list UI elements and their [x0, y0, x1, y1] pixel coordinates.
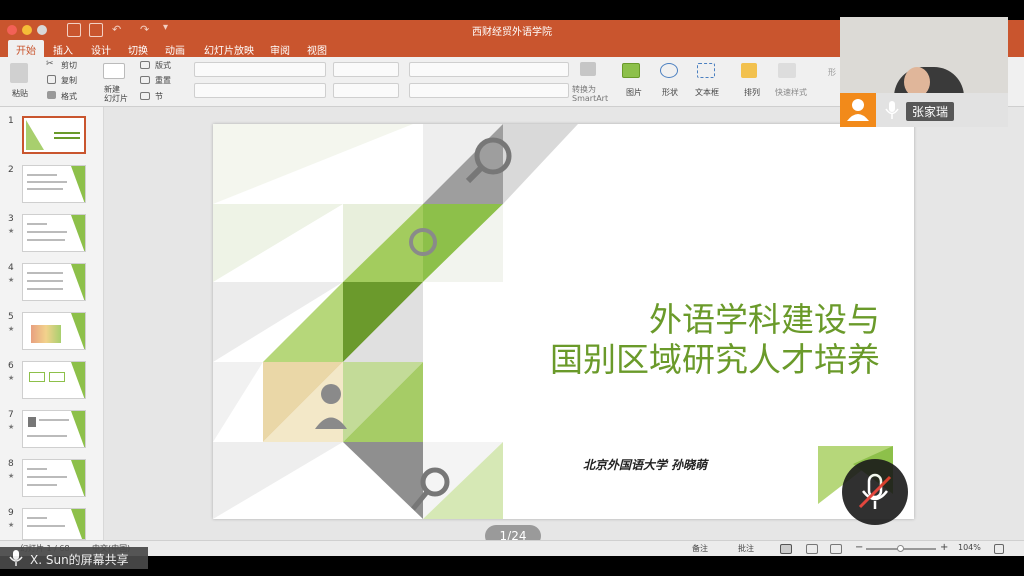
- thumbnail-number: 8: [8, 459, 14, 469]
- tab-review[interactable]: 审阅: [270, 42, 290, 57]
- font-color-buttons[interactable]: [333, 83, 399, 98]
- thumbnail-number: 9: [8, 508, 14, 518]
- participant-name-bar: 张家瑞: [840, 93, 1008, 127]
- layout-icon[interactable]: [140, 61, 150, 69]
- slide-author[interactable]: 北京外国语大学 孙晓萌: [583, 456, 707, 473]
- thumbnail-number: 3: [8, 214, 14, 224]
- tab-animations[interactable]: 动画: [165, 42, 185, 57]
- thumbnail-slide-3[interactable]: [22, 214, 86, 252]
- shape-icon[interactable]: [660, 63, 678, 78]
- picture-button[interactable]: 图片: [626, 87, 642, 98]
- section-icon[interactable]: [140, 92, 150, 100]
- tab-insert[interactable]: 插入: [53, 42, 73, 57]
- shape-button[interactable]: 形状: [662, 87, 678, 98]
- animation-star-icon: ★: [8, 325, 15, 333]
- zoom-level[interactable]: 104%: [958, 543, 981, 552]
- section-button[interactable]: 节: [155, 91, 163, 102]
- microphone-icon: [9, 550, 23, 566]
- textbox-button[interactable]: 文本框: [695, 87, 719, 98]
- thumbnail-number: 4: [8, 263, 14, 273]
- cut-button[interactable]: 剪切: [61, 60, 77, 71]
- microphone-icon: [885, 101, 899, 119]
- slide-title-line-2: 国别区域研究人才培养: [550, 340, 880, 379]
- thumbnail-slide-8[interactable]: [22, 459, 86, 497]
- font-style-buttons[interactable]: [194, 83, 326, 98]
- animation-star-icon: ★: [8, 521, 15, 529]
- animation-star-icon: ★: [8, 374, 15, 382]
- shape-fill-button[interactable]: 形: [828, 67, 836, 78]
- convert-smartart-button[interactable]: 转换为 SmartArt: [572, 85, 608, 103]
- thumbnail-number: 7: [8, 410, 14, 420]
- notes-button[interactable]: 备注: [692, 543, 708, 554]
- picture-icon[interactable]: [622, 63, 640, 78]
- animation-star-icon: ★: [8, 227, 15, 235]
- screen-share-banner: X. Sun的屏幕共享: [0, 547, 148, 569]
- thumbnail-number: 1: [8, 116, 14, 126]
- thumbnail-slide-7[interactable]: [22, 410, 86, 448]
- animation-star-icon: ★: [8, 276, 15, 284]
- screen: ↶ ↷ ▾ 西财经贸外语学院 开始 插入 设计 切换 动画 幻灯片放映 审阅 视…: [0, 0, 1024, 576]
- slide-thumbnails-panel[interactable]: 1 2 3 ★ 4 ★ 5 ★ 6 ★ 7 ★ 8 ★ 9 ★: [0, 107, 104, 540]
- paste-button-label[interactable]: 粘贴: [12, 88, 28, 99]
- thumbnail-slide-9[interactable]: [22, 508, 86, 540]
- quick-styles-button[interactable]: 快速样式: [775, 87, 807, 98]
- fit-to-window-icon[interactable]: [994, 544, 1004, 554]
- animation-star-icon: ★: [8, 472, 15, 480]
- status-bar: 幻灯片 1 / 68 中文(中国) 备注 批注 − + 104%: [0, 540, 1024, 556]
- participant-video-tile[interactable]: 张家瑞: [840, 17, 1008, 127]
- current-slide[interactable]: 外语学科建设与 国别区域研究人才培养 北京外国语大学 孙晓萌: [213, 124, 914, 519]
- sorter-view-icon[interactable]: [806, 544, 818, 554]
- arrange-button[interactable]: 排列: [744, 87, 760, 98]
- slide-title-line-1: 外语学科建设与: [649, 300, 880, 339]
- slideshow-view-icon[interactable]: [830, 544, 842, 554]
- participant-name: 张家瑞: [906, 102, 955, 121]
- reset-button[interactable]: 重置: [155, 75, 171, 86]
- thumbnail-number: 6: [8, 361, 14, 371]
- smartart-icon[interactable]: [580, 62, 596, 76]
- font-name-select[interactable]: [194, 62, 326, 77]
- screen-share-label: X. Sun的屏幕共享: [30, 553, 129, 567]
- thumbnail-slide-4[interactable]: [22, 263, 86, 301]
- avatar-icon: [840, 93, 876, 127]
- thumbnail-number: 2: [8, 165, 14, 175]
- zoom-in-icon[interactable]: +: [940, 542, 948, 553]
- thumbnail-number: 5: [8, 312, 14, 322]
- thumbnail-slide-1[interactable]: [22, 116, 86, 154]
- copy-button[interactable]: 复制: [61, 75, 77, 86]
- font-size-buttons[interactable]: [333, 62, 399, 77]
- format-painter-icon[interactable]: [47, 91, 56, 99]
- thumbnail-slide-5[interactable]: [22, 312, 86, 350]
- copy-icon[interactable]: [47, 75, 56, 84]
- animation-star-icon: ★: [8, 423, 15, 431]
- tab-transitions[interactable]: 切换: [128, 42, 148, 57]
- quick-styles-icon[interactable]: [778, 63, 796, 78]
- new-slide-icon[interactable]: [103, 63, 125, 79]
- mute-microphone-button[interactable]: [842, 459, 908, 525]
- arrange-icon[interactable]: [741, 63, 757, 78]
- zoom-out-icon[interactable]: −: [855, 542, 863, 553]
- thumbnail-slide-6[interactable]: [22, 361, 86, 399]
- tab-view[interactable]: 视图: [307, 42, 327, 57]
- layout-button[interactable]: 版式: [155, 60, 171, 71]
- zoom-slider-thumb[interactable]: [897, 545, 904, 552]
- paragraph-list-buttons[interactable]: [409, 62, 569, 77]
- tab-design[interactable]: 设计: [91, 42, 111, 57]
- microphone-muted-icon: [858, 473, 892, 509]
- paragraph-align-buttons[interactable]: [409, 83, 569, 98]
- slide-title[interactable]: 外语学科建设与 国别区域研究人才培养: [550, 300, 880, 380]
- format-painter-button[interactable]: 格式: [61, 91, 77, 102]
- thumbnail-slide-2[interactable]: [22, 165, 86, 203]
- paste-icon[interactable]: [10, 63, 28, 83]
- reset-icon[interactable]: [140, 76, 150, 84]
- tab-home[interactable]: 开始: [8, 40, 44, 57]
- cut-icon[interactable]: ✂: [46, 59, 54, 69]
- textbox-icon[interactable]: [697, 63, 715, 78]
- new-slide-button[interactable]: 新建 幻灯片: [104, 85, 128, 103]
- comments-button[interactable]: 批注: [738, 543, 754, 554]
- tab-slideshow[interactable]: 幻灯片放映: [204, 42, 254, 57]
- normal-view-icon[interactable]: [780, 544, 792, 554]
